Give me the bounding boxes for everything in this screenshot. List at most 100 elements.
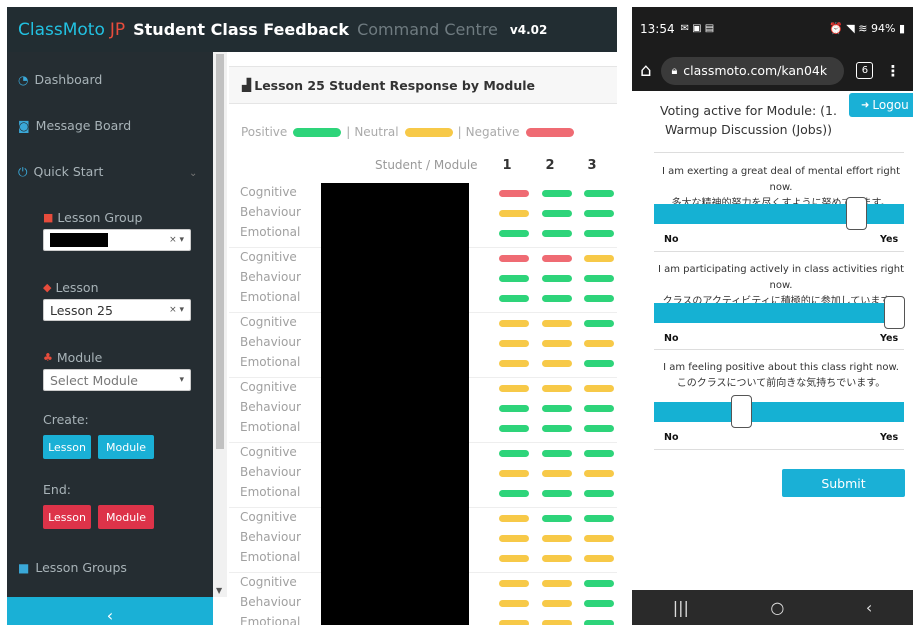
category-label: Cognitive: [240, 510, 297, 524]
response-indicator: [584, 600, 614, 607]
signal-icon: ⏰ ◥ ≋: [829, 22, 871, 35]
clear-icon[interactable]: × ▾: [169, 305, 184, 315]
response-indicator: [542, 340, 572, 347]
response-indicator: [584, 515, 614, 522]
back-icon[interactable]: ‹: [866, 598, 872, 617]
end-lesson-button[interactable]: Lesson: [43, 505, 91, 529]
browser-toolbar: ⌂ 🔒︎ classmoto.com/kan04k 6 ⋮: [632, 50, 913, 91]
slider-2-track[interactable]: [654, 303, 904, 323]
end-module-button[interactable]: Module: [98, 505, 154, 529]
category-label: Cognitive: [240, 380, 297, 394]
response-indicator: [499, 340, 529, 347]
legend-positive-swatch: [293, 127, 342, 137]
response-indicator: [499, 385, 529, 392]
legend-negative-swatch: [525, 127, 574, 137]
response-indicator: [584, 490, 614, 497]
version-label: v4.02: [509, 22, 548, 37]
category-label: Emotional: [240, 550, 301, 564]
lesson-group-select[interactable]: × ▾: [43, 229, 191, 251]
sidebar: ◔ Dashboard ◙ Message Board ⏻ Quick Star…: [7, 52, 213, 625]
slider-1-handle[interactable]: [846, 197, 867, 230]
create-module-button[interactable]: Module: [98, 435, 154, 459]
response-indicator: [499, 210, 529, 217]
home-circle-icon[interactable]: ○: [770, 598, 784, 617]
battery-icon: ▮: [898, 22, 905, 35]
notification-icons: ✉ ▣ ▤: [680, 23, 715, 34]
response-indicator: [499, 275, 529, 282]
chevron-down-icon[interactable]: ▾: [179, 375, 184, 385]
slider-3-track[interactable]: [654, 402, 904, 422]
cube-icon: ◆: [43, 281, 52, 294]
chevron-left-icon: ‹: [106, 606, 114, 625]
response-indicator: [584, 360, 614, 367]
legend-positive-label: Positive: [241, 125, 288, 139]
divider: [654, 152, 904, 153]
more-menu-icon[interactable]: ⋮: [885, 62, 900, 80]
sidebar-scrollbar[interactable]: ▼: [213, 52, 227, 597]
url-field[interactable]: 🔒︎ classmoto.com/kan04k: [661, 56, 845, 85]
create-lesson-button[interactable]: Lesson: [43, 435, 91, 459]
category-label: Cognitive: [240, 185, 297, 199]
create-label: Create:: [43, 412, 89, 427]
scrollbar-thumb[interactable]: [216, 54, 224, 449]
status-icons: ⏰ ◥ ≋ 94% ▮: [829, 22, 905, 35]
category-label: Behaviour: [240, 400, 301, 414]
response-indicator: [542, 210, 572, 217]
response-indicator: [542, 600, 572, 607]
status-time: 13:54: [640, 21, 675, 36]
clear-icon[interactable]: × ▾: [169, 235, 184, 245]
response-indicator: [584, 230, 614, 237]
recent-apps-icon[interactable]: |||: [673, 598, 689, 617]
response-indicator: [542, 255, 572, 262]
home-icon[interactable]: ⌂: [640, 60, 651, 81]
logout-button[interactable]: ➜ Logou: [849, 93, 913, 117]
scroll-down-icon[interactable]: ▼: [216, 586, 222, 595]
response-indicator: [542, 425, 572, 432]
column-header-module-3: 3: [587, 158, 597, 173]
question-1-en: I am exerting a great deal of mental eff…: [661, 166, 901, 193]
response-indicator: [542, 405, 572, 412]
category-label: Cognitive: [240, 575, 297, 589]
slider-3-no-label: No: [664, 432, 679, 443]
lesson-text: Lesson: [55, 280, 99, 295]
lesson-group-label: ■ Lesson Group: [43, 210, 142, 225]
grid-icon: ■: [43, 211, 54, 224]
column-header-student-module: Student / Module: [375, 158, 478, 172]
sidebar-item-lesson-groups[interactable]: ■ Lesson Groups: [18, 560, 127, 575]
submit-button[interactable]: Submit: [782, 469, 905, 497]
response-indicator: [499, 255, 529, 262]
response-indicator: [499, 450, 529, 457]
divider: [654, 449, 904, 450]
sidebar-item-label: Quick Start: [33, 164, 104, 179]
category-label: Behaviour: [240, 270, 301, 284]
response-indicator: [499, 490, 529, 497]
brand-name[interactable]: ClassMoto: [18, 20, 105, 40]
response-indicator: [584, 275, 614, 282]
category-label: Cognitive: [240, 315, 297, 329]
category-label: Emotional: [240, 485, 301, 499]
tab-count-button[interactable]: 6: [856, 62, 874, 79]
response-indicator: [542, 385, 572, 392]
end-label: End:: [43, 482, 71, 497]
response-indicator: [542, 320, 572, 327]
sidebar-item-message-board[interactable]: ◙ Message Board: [18, 118, 131, 133]
module-select[interactable]: Select Module ▾: [43, 369, 191, 391]
slider-3-handle[interactable]: [731, 395, 752, 428]
chevron-down-icon[interactable]: ⌄: [189, 168, 197, 179]
panel-header: ▟ Lesson 25 Student Response by Module: [229, 66, 617, 104]
sidebar-collapse-button[interactable]: ‹: [7, 597, 213, 625]
slider-2-no-label: No: [664, 333, 679, 344]
lock-icon: 🔒︎: [671, 63, 678, 77]
slider-2-handle[interactable]: [883, 296, 905, 329]
main-panel: ▟ Lesson 25 Student Response by Module P…: [229, 52, 617, 625]
response-indicator: [542, 190, 572, 197]
battery-level: 94%: [870, 22, 896, 35]
sidebar-item-dashboard[interactable]: ◔ Dashboard: [18, 72, 102, 87]
lesson-select[interactable]: Lesson 25 × ▾: [43, 299, 191, 321]
sidebar-item-quick-start[interactable]: ⏻ Quick Start: [18, 164, 103, 179]
slider-1-yes-label: Yes: [880, 234, 899, 245]
response-indicator: [584, 555, 614, 562]
response-indicator: [499, 535, 529, 542]
bar-chart-icon: ▟: [242, 78, 252, 92]
response-indicator: [584, 580, 614, 587]
